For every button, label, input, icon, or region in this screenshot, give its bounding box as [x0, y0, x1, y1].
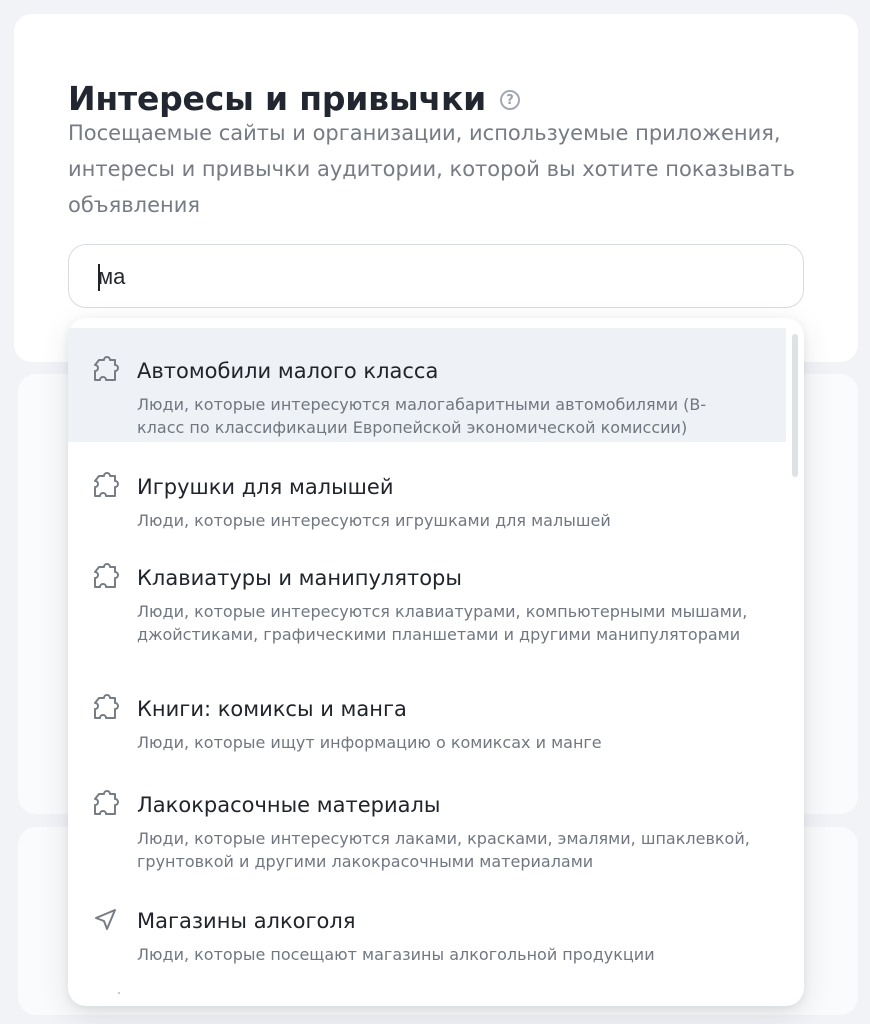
section-title: Интересы и привычки	[68, 79, 487, 119]
question-circle-icon[interactable]: ?	[500, 90, 521, 111]
suggestion-title: Книги: комиксы и манга	[137, 697, 407, 721]
puzzle-icon	[94, 790, 119, 815]
suggestion-title: Магазины алкоголя	[137, 909, 356, 933]
suggestion-description: Люди, которые интересуются малогабаритны…	[137, 395, 707, 437]
suggestions-dropdown[interactable]: Автомобили малого класса Люди, которые и…	[68, 318, 804, 1006]
suggestion-item[interactable]: Автомобили малого класса Люди, которые и…	[68, 328, 786, 442]
suggestion-title: Клавиатуры и манипуляторы	[137, 566, 462, 590]
suggestion-title: Лакокрасочные материалы	[137, 793, 441, 817]
interests-search-input[interactable]	[98, 261, 778, 293]
dropdown-scrollbar[interactable]	[792, 334, 798, 477]
suggestion-item[interactable]: Лакокрасочные материалы Люди, которые ин…	[68, 762, 786, 881]
suggestion-description: Люди, которые интересуются лаками, краск…	[137, 829, 750, 871]
puzzle-icon	[94, 472, 119, 497]
suggestion-description: Люди, которые интересуются клавиатурами,…	[137, 602, 748, 644]
suggestion-item[interactable]: Клавиатуры и манипуляторы Люди, которые …	[68, 535, 786, 663]
interests-search-field[interactable]	[68, 244, 804, 308]
puzzle-icon	[94, 563, 119, 588]
section-description: Посещаемые сайты и организации, использу…	[68, 121, 795, 217]
text-caret	[98, 264, 100, 291]
puzzle-icon	[94, 356, 119, 381]
suggestion-item[interactable]: Игрушки для малышей Люди, которые интере…	[68, 444, 786, 534]
suggestion-item[interactable]: Магазины алкоголя Люди, которые посещают…	[68, 878, 786, 970]
suggestion-description: Люди, которые интересуются игрушками для…	[137, 511, 611, 530]
location-arrow-icon	[95, 909, 116, 930]
suggestion-description: Люди, которые ищут информацию о комиксах…	[137, 733, 602, 752]
suggestion-title: Игрушки для малышей	[137, 475, 394, 499]
puzzle-icon	[94, 694, 119, 719]
suggestion-description: Люди, которые посещают магазины алкоголь…	[137, 945, 655, 964]
suggestion-item[interactable]: Книги: комиксы и манга Люди, которые ищу…	[68, 666, 786, 761]
partial-next-item-icon	[118, 992, 120, 994]
suggestion-title: Автомобили малого класса	[137, 359, 439, 383]
